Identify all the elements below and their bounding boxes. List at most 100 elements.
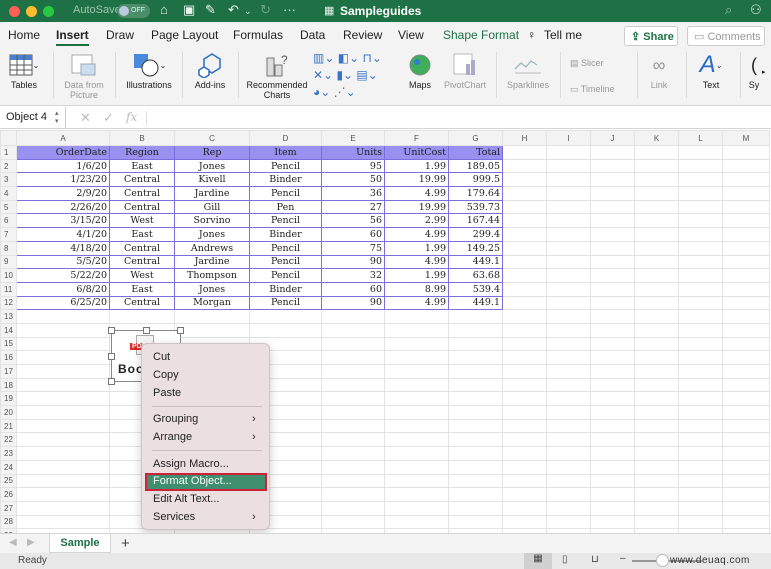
cell[interactable]: Jones [174,281,250,297]
cell[interactable] [678,213,723,229]
cell[interactable] [321,309,385,324]
cell[interactable] [321,364,385,379]
cell[interactable] [546,322,591,338]
cell[interactable] [321,350,385,365]
cell[interactable] [590,227,635,242]
text-button[interactable]: A ⌄ Text [694,50,728,90]
cell[interactable] [590,199,635,215]
cell[interactable] [448,391,503,407]
collaborate-icon[interactable]: ⚇ [750,2,762,18]
cell[interactable]: 449.1 [448,295,503,311]
slicer-button[interactable]: ▤ Slicer [570,58,604,69]
cell[interactable] [634,391,679,407]
undo-icon[interactable]: ↶ [228,2,239,18]
timeline-button[interactable]: ▭ Timeline [570,84,615,95]
cell[interactable]: 19.99 [384,199,449,215]
cell[interactable] [722,268,770,283]
page-layout-view-icon[interactable]: ▯ [562,554,568,565]
row-header[interactable]: 25 [0,473,17,489]
row-header[interactable]: 28 [0,514,17,530]
cell[interactable] [16,500,110,516]
cell[interactable] [384,350,449,365]
cell[interactable] [448,350,503,365]
cell[interactable]: Jardine [174,186,250,201]
cell[interactable] [678,459,723,475]
cell[interactable] [321,391,385,407]
column-header[interactable]: J [590,130,635,146]
cell[interactable] [590,405,635,420]
cell[interactable] [546,391,591,407]
cell[interactable]: Pencil [249,213,322,229]
cell[interactable]: Binder [249,227,322,242]
cell[interactable]: Pencil [249,254,322,270]
row-header[interactable]: 11 [0,281,17,297]
cell[interactable] [546,487,591,502]
cell[interactable] [634,514,679,530]
pivotchart-button[interactable]: PivotChart [442,50,488,90]
cell[interactable] [16,322,110,338]
cell[interactable] [16,432,110,448]
cell[interactable] [321,432,385,448]
column-header[interactable]: I [546,130,591,146]
cell[interactable] [502,199,547,215]
cell[interactable] [590,213,635,229]
cell[interactable]: Central [109,254,175,270]
cell[interactable] [16,418,110,434]
cell[interactable] [722,446,770,461]
cell[interactable] [590,268,635,283]
cell[interactable]: Kivell [174,172,250,188]
column-header[interactable]: G [448,130,503,146]
cell[interactable] [590,240,635,256]
cell[interactable] [590,281,635,297]
insert-function-icon[interactable]: fx [126,110,137,124]
resize-handle[interactable] [108,378,115,385]
cell[interactable] [590,186,635,201]
column-header[interactable]: H [502,130,547,146]
row-header[interactable]: 22 [0,432,17,448]
cell[interactable] [502,377,547,393]
cell[interactable] [546,254,591,270]
formula-input[interactable] [146,111,766,125]
name-box[interactable]: Object 4 ▴ ▾ [0,107,66,128]
cell[interactable] [546,364,591,379]
cell[interactable] [502,418,547,434]
row-header[interactable]: 13 [0,309,17,324]
header-cell[interactable]: OrderDate [16,145,110,160]
cell[interactable] [590,145,635,160]
cell[interactable] [384,309,449,324]
cell[interactable] [546,336,591,352]
cell[interactable] [546,227,591,242]
cell[interactable] [448,364,503,379]
cell[interactable] [678,322,723,338]
cell[interactable] [384,473,449,489]
cell[interactable]: 4.99 [384,254,449,270]
cell[interactable] [448,405,503,420]
cell[interactable] [384,377,449,393]
cell[interactable] [590,432,635,448]
sheet-tab-sample[interactable]: Sample [49,534,111,553]
cell[interactable]: East [109,158,175,174]
header-cell[interactable]: UnitCost [384,145,449,160]
cell[interactable]: 4.99 [384,186,449,201]
row-header[interactable]: 9 [0,254,17,270]
cell[interactable] [722,350,770,365]
cell[interactable]: Pencil [249,158,322,174]
cell[interactable] [722,186,770,201]
cell[interactable] [590,487,635,502]
cell[interactable] [384,336,449,352]
row-header[interactable]: 23 [0,446,17,461]
more-icon[interactable]: ··· [283,2,296,17]
row-header[interactable]: 20 [0,405,17,420]
cell[interactable] [678,405,723,420]
cell[interactable] [502,213,547,229]
cell[interactable] [722,487,770,502]
cell[interactable] [678,487,723,502]
cell[interactable] [448,309,503,324]
prev-sheet-icon[interactable]: ◀ [9,537,17,548]
cell[interactable] [634,186,679,201]
cell[interactable] [502,391,547,407]
cell[interactable] [678,446,723,461]
cell[interactable] [634,145,679,160]
cell[interactable] [634,295,679,311]
cell[interactable] [722,322,770,338]
